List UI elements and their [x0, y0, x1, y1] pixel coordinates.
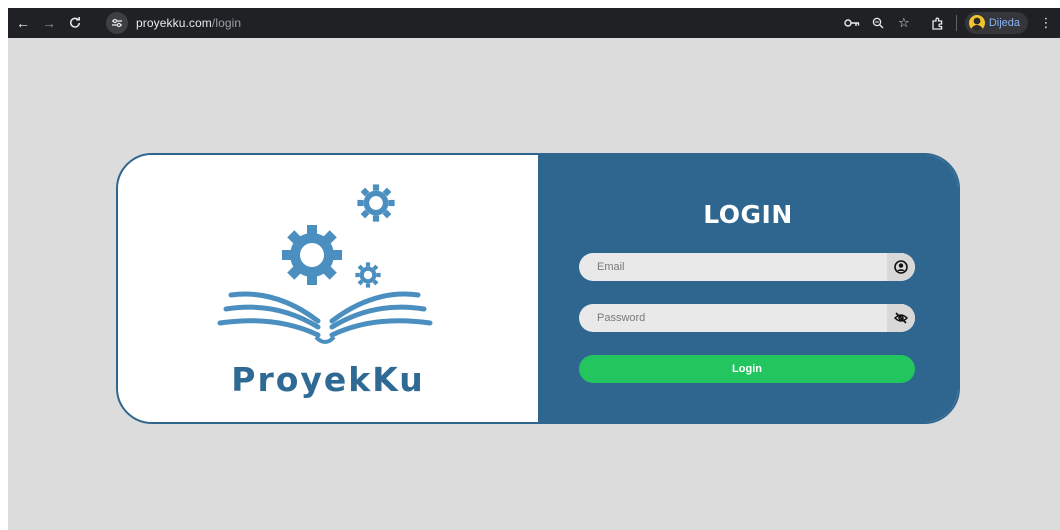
email-field[interactable]	[579, 253, 915, 281]
profile-button[interactable]: Dijeda	[964, 12, 1028, 34]
brand-name: ProyekKu	[231, 360, 425, 399]
brand-panel: ProyekKu	[118, 155, 538, 422]
profile-name: Dijeda	[988, 17, 1020, 29]
login-panel: LOGIN Login	[538, 155, 958, 422]
forward-arrow-icon[interactable]: →	[38, 12, 60, 34]
password-field[interactable]	[579, 304, 915, 332]
email-input[interactable]	[579, 253, 879, 281]
user-circle-icon	[887, 253, 915, 281]
login-title: LOGIN	[703, 200, 793, 229]
gears-book-logo-icon	[217, 177, 433, 344]
reload-icon[interactable]	[64, 12, 86, 34]
login-card: ProyekKu LOGIN Login	[116, 153, 960, 424]
zoom-icon[interactable]	[866, 11, 890, 35]
bookmark-star-icon[interactable]: ☆	[892, 11, 916, 35]
password-input[interactable]	[579, 304, 879, 332]
toolbar-divider	[955, 15, 957, 31]
extensions-icon[interactable]	[926, 11, 950, 35]
browser-toolbar: ← → proyekku.com/login ☆ Dijeda ⋮	[8, 8, 1060, 38]
key-icon[interactable]	[840, 11, 864, 35]
page-background: ProyekKu LOGIN Login	[8, 38, 1060, 530]
url-text[interactable]: proyekku.com/login	[136, 16, 241, 30]
more-menu-icon[interactable]: ⋮	[1034, 11, 1058, 35]
address-bar[interactable]: proyekku.com/login	[103, 11, 903, 35]
eye-off-icon[interactable]	[887, 304, 915, 332]
url-path: /login	[211, 16, 242, 30]
login-button[interactable]: Login	[579, 355, 915, 383]
back-arrow-icon[interactable]: ←	[12, 12, 34, 34]
profile-avatar	[968, 15, 985, 31]
url-host: proyekku.com	[136, 16, 212, 30]
toolbar-actions: ☆ Dijeda ⋮	[838, 8, 1060, 38]
site-info-icon[interactable]	[106, 12, 128, 34]
